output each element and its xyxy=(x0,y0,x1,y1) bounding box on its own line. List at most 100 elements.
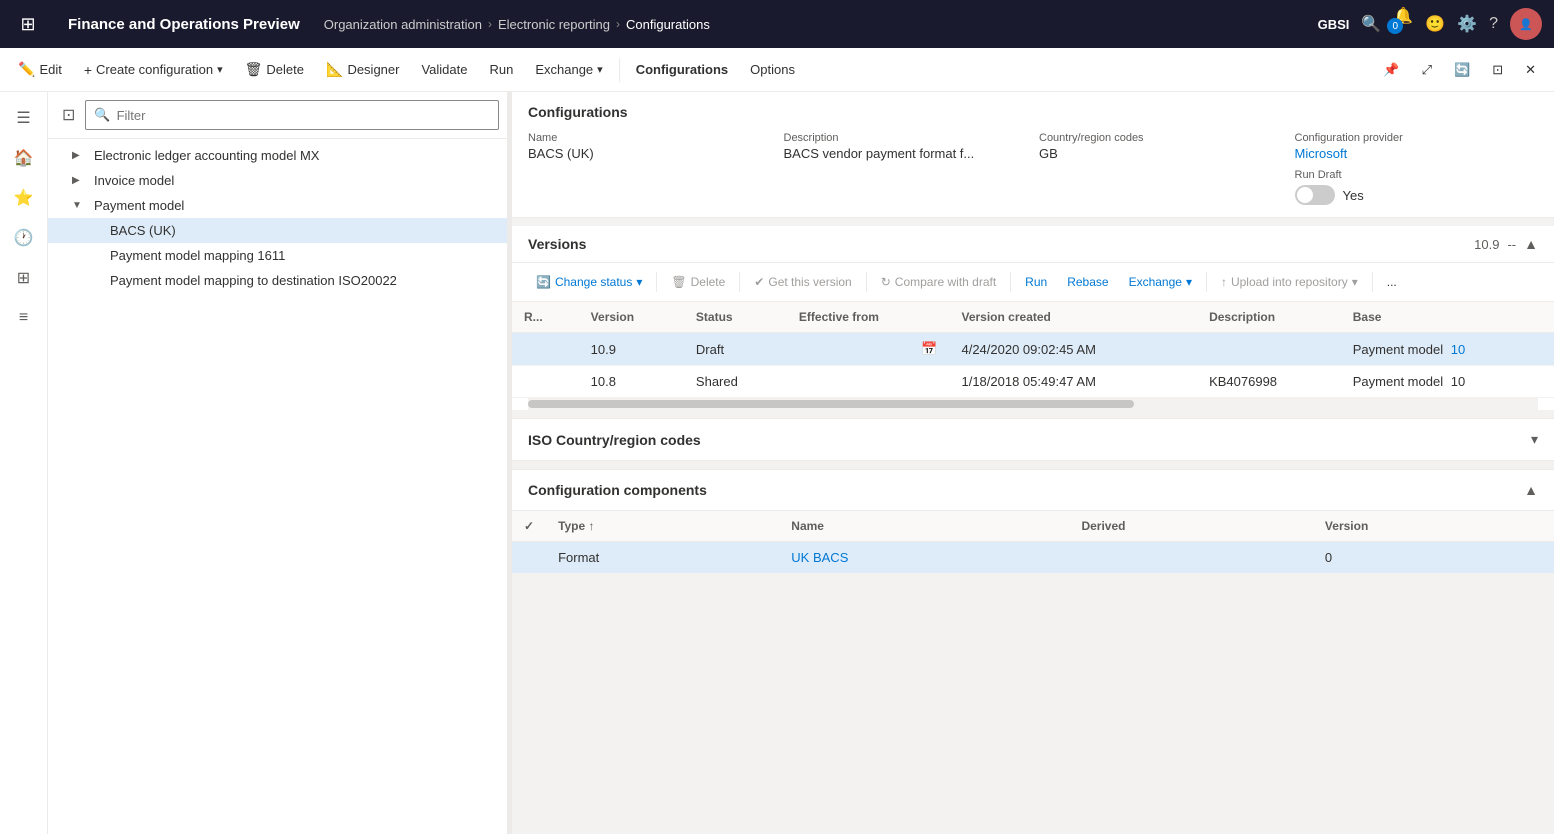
waffle-menu[interactable]: ⊞ xyxy=(12,8,44,40)
rebase-button[interactable]: Rebase xyxy=(1059,271,1116,293)
th-type[interactable]: Type ↑ xyxy=(546,511,779,542)
name-label: Name xyxy=(528,132,772,144)
cell-base: Payment model 10 xyxy=(1341,366,1554,398)
table-row[interactable]: 10.8 Shared 1/18/2018 05:49:47 AM KB4076… xyxy=(512,366,1554,398)
tree-item-label: Invoice model xyxy=(94,173,174,188)
tree-item-mapping-1611[interactable]: Payment model mapping 1611 xyxy=(48,243,507,268)
versions-run-button[interactable]: Run xyxy=(1017,271,1055,293)
sidebar-modules-icon[interactable]: ≡ xyxy=(6,300,42,336)
run-button[interactable]: Run xyxy=(479,52,523,88)
th-status[interactable]: Status xyxy=(684,302,787,333)
breadcrumb-sep1: › xyxy=(488,17,492,31)
description-label: Description xyxy=(784,132,1028,144)
iso-section: ISO Country/region codes ▾ xyxy=(512,418,1554,461)
name-value: BACS (UK) xyxy=(528,146,772,161)
th-version[interactable]: Version xyxy=(579,302,684,333)
smiley-icon[interactable]: 🙂 xyxy=(1425,14,1445,34)
get-version-icon: ✔ xyxy=(754,275,764,289)
check-icon: ✓ xyxy=(524,519,534,533)
breadcrumb-configs[interactable]: Configurations xyxy=(626,17,710,32)
run-draft-label: Run Draft xyxy=(1295,169,1539,181)
expander-icon: ▼ xyxy=(72,200,88,211)
sidebar-home-icon[interactable]: 🏠 xyxy=(6,140,42,176)
app-layout: ☰ 🏠 ⭐ 🕐 ⊞ ≡ ⊡ 🔍 ▶ Electronic ledger acco… xyxy=(0,92,1554,834)
filter-input[interactable] xyxy=(117,108,490,123)
tree-item-payment-model[interactable]: ▼ Payment model xyxy=(48,193,507,218)
delete-button[interactable]: 🗑 Delete xyxy=(235,52,314,88)
expand-button[interactable]: ⤢ xyxy=(1412,52,1442,88)
exchange-button[interactable]: Exchange xyxy=(525,52,612,88)
base-link[interactable]: Payment model xyxy=(1353,342,1443,357)
provider-value[interactable]: Microsoft xyxy=(1295,146,1539,161)
th-r: R... xyxy=(512,302,579,333)
table-row[interactable]: Format UK BACS 0 xyxy=(512,542,1554,574)
cell-r xyxy=(512,366,579,398)
change-status-button[interactable]: 🔄 Change status ▾ xyxy=(528,271,650,293)
vt-sep6 xyxy=(1372,272,1373,292)
tree-item-invoice-model[interactable]: ▶ Invoice model xyxy=(48,168,507,193)
expander-icon: ▶ xyxy=(72,150,88,161)
tree-item-bacs-uk[interactable]: BACS (UK) xyxy=(48,218,507,243)
versions-collapse-button[interactable]: ▲ xyxy=(1524,236,1538,252)
vt-sep5 xyxy=(1206,272,1207,292)
create-config-button[interactable]: + Create configuration xyxy=(74,52,233,88)
versions-delete-button[interactable]: 🗑 Delete xyxy=(663,271,733,293)
options-button[interactable]: Options xyxy=(740,52,805,88)
cell-name[interactable]: UK BACS xyxy=(779,542,1069,574)
th-name[interactable]: Name xyxy=(779,511,1069,542)
horizontal-scrollbar[interactable] xyxy=(528,398,1538,410)
versions-table: R... Version Status Effective from Versi… xyxy=(512,302,1554,398)
versions-exchange-button[interactable]: Exchange ▾ xyxy=(1121,271,1200,293)
pin-button[interactable]: 📌 xyxy=(1373,52,1409,88)
upload-into-repository-button[interactable]: ↑ Upload into repository ▾ xyxy=(1213,271,1366,293)
tree-item-mapping-iso[interactable]: Payment model mapping to destination ISO… xyxy=(48,268,507,293)
run-draft-toggle[interactable] xyxy=(1295,185,1335,205)
waffle-icon: ⊞ xyxy=(20,14,35,35)
vt-sep3 xyxy=(866,272,867,292)
country-field: Country/region codes GB xyxy=(1039,132,1283,205)
breadcrumb-org[interactable]: Organization administration xyxy=(324,17,482,32)
tree-item-label: Payment model xyxy=(94,198,184,213)
versions-table-header: R... Version Status Effective from Versi… xyxy=(512,302,1554,333)
breadcrumb-er[interactable]: Electronic reporting xyxy=(498,17,610,32)
cell-version: 10.8 xyxy=(579,366,684,398)
versions-more-button[interactable]: ... xyxy=(1379,271,1405,293)
country-value: GB xyxy=(1039,146,1283,161)
search-icon: 🔍 xyxy=(94,107,110,123)
iso-section-header[interactable]: ISO Country/region codes ▾ xyxy=(512,419,1554,461)
th-check: ✓ xyxy=(512,511,546,542)
restore-button[interactable]: ⊡ xyxy=(1482,52,1513,88)
edit-icon: ✏️ xyxy=(18,61,35,78)
th-derived[interactable]: Derived xyxy=(1069,511,1312,542)
sidebar-workspaces-icon[interactable]: ⊞ xyxy=(6,260,42,296)
settings-icon[interactable]: ⚙️ xyxy=(1457,14,1477,34)
edit-button[interactable]: ✏️ Edit xyxy=(8,52,72,88)
sidebar-menu-icon[interactable]: ☰ xyxy=(6,100,42,136)
delete-icon: 🗑 xyxy=(245,61,263,78)
help-icon[interactable]: ? xyxy=(1489,15,1498,33)
get-this-version-button[interactable]: ✔ Get this version xyxy=(746,271,859,293)
tree-item-electronic-ledger[interactable]: ▶ Electronic ledger accounting model MX xyxy=(48,143,507,168)
th-version-created[interactable]: Version created xyxy=(949,302,1197,333)
search-icon[interactable]: 🔍 xyxy=(1361,14,1381,34)
config-components-header[interactable]: Configuration components ▲ xyxy=(512,470,1554,511)
table-row[interactable]: 10.9 Draft 📅 4/24/2020 09:02:45 AM Payme… xyxy=(512,333,1554,366)
avatar[interactable]: 👤 xyxy=(1510,8,1542,40)
filter-button[interactable]: ⊡ xyxy=(56,101,81,129)
cell-effective-from: 📅 xyxy=(787,333,950,366)
sidebar-favorites-icon[interactable]: ⭐ xyxy=(6,180,42,216)
sidebar-recent-icon[interactable]: 🕐 xyxy=(6,220,42,256)
th-effective-from[interactable]: Effective from xyxy=(787,302,950,333)
compare-with-draft-button[interactable]: ↻ Compare with draft xyxy=(873,271,1004,293)
description-value: BACS vendor payment format f... xyxy=(784,146,1028,161)
calendar-icon[interactable]: 📅 xyxy=(921,341,937,357)
cell-version: 10.9 xyxy=(579,333,684,366)
designer-button[interactable]: 📐 Designer xyxy=(316,52,409,88)
close-button[interactable]: ✕ xyxy=(1515,52,1546,88)
refresh-button[interactable]: 🔄 xyxy=(1444,52,1480,88)
th-version[interactable]: Version xyxy=(1313,511,1554,542)
validate-button[interactable]: Validate xyxy=(411,52,477,88)
th-description[interactable]: Description xyxy=(1197,302,1341,333)
configurations-tab-button[interactable]: Configurations xyxy=(626,52,738,88)
th-base[interactable]: Base xyxy=(1341,302,1554,333)
